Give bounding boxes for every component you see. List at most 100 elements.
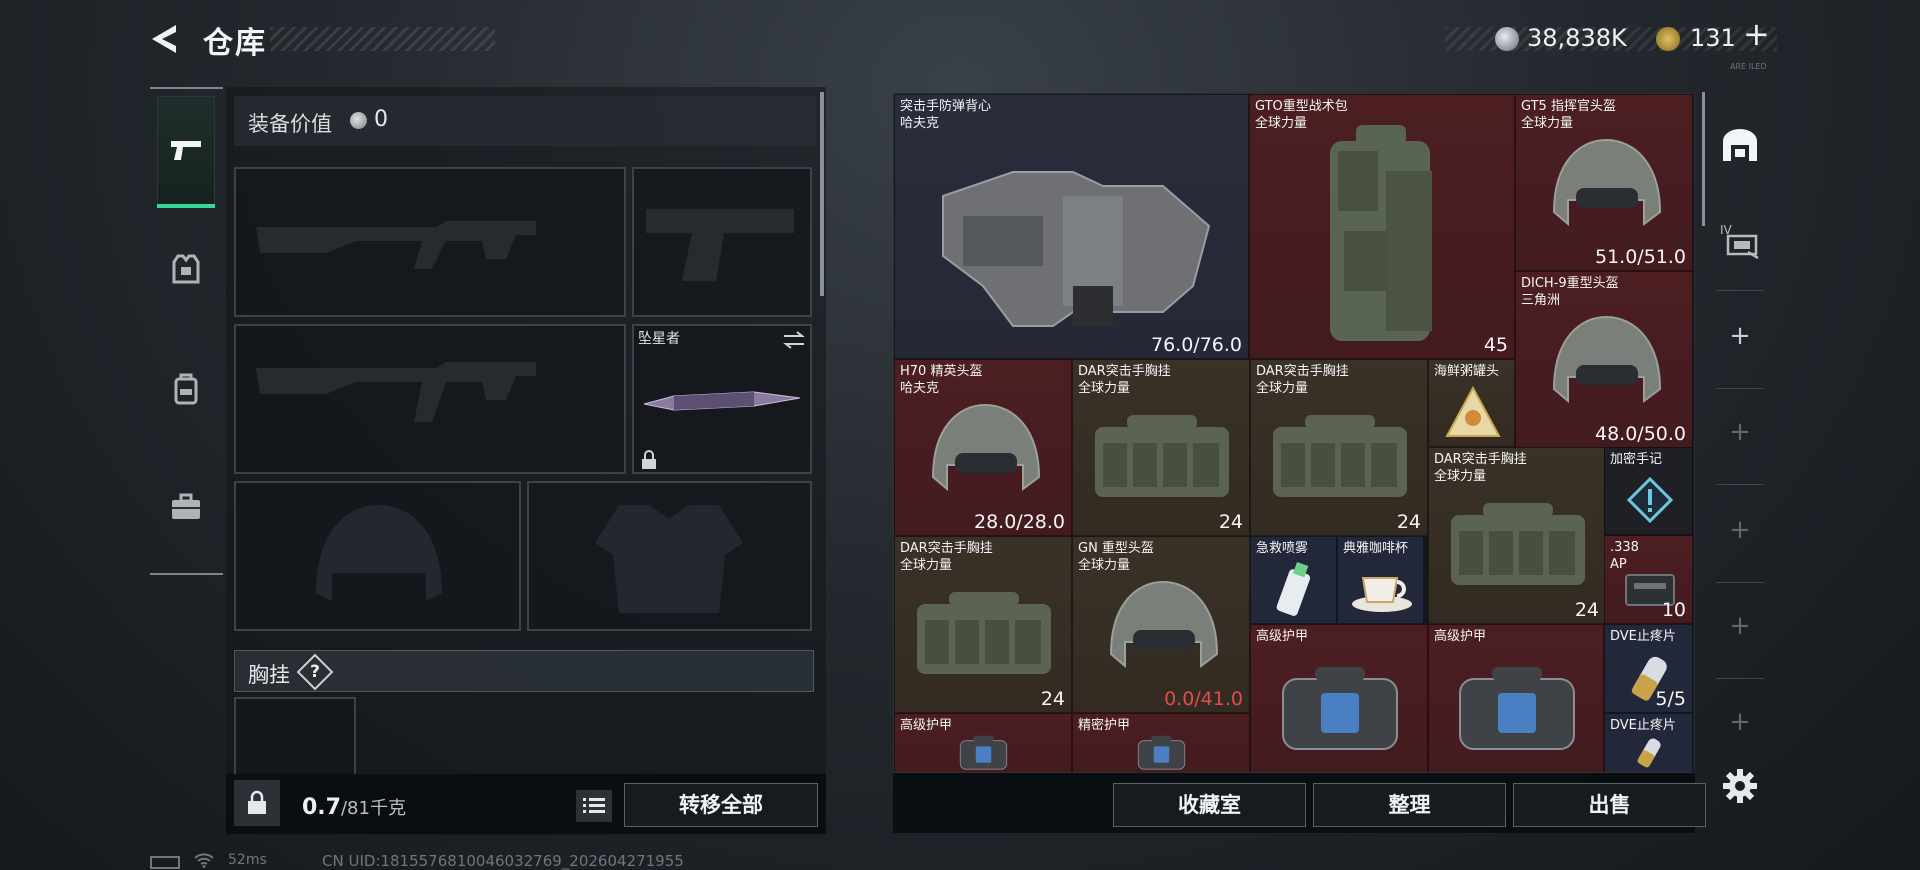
add-stash-tab-button[interactable]: +: [1724, 610, 1756, 642]
slot-body-armor[interactable]: [527, 481, 812, 631]
nav-tab-case[interactable]: [157, 452, 215, 562]
title-stripe-decoration: [270, 27, 495, 51]
stash-grid: 突击手防弹背心 哈夫克 76.0/76.0 GTO重型战术包 全球力量 45 GT5 指…: [893, 93, 1695, 773]
slot-secondary-weapon[interactable]: [234, 324, 626, 474]
rail-divider: [1716, 484, 1764, 485]
coin-icon: [1495, 27, 1519, 51]
nav-tab-weapon[interactable]: [157, 96, 215, 206]
pill-icon: [1631, 734, 1668, 772]
stash-item-helmet[interactable]: GT5 指挥官头盔 全球力量 51.0/51.0: [1515, 94, 1693, 271]
backpack-icon: [1308, 121, 1458, 355]
sell-button[interactable]: 出售: [1513, 783, 1706, 827]
stash-item-spray[interactable]: 急救喷雾: [1250, 536, 1337, 624]
stash-item-cup[interactable]: 典雅咖啡杯: [1337, 536, 1424, 624]
stash-item-value: 28.0/28.0: [973, 511, 1065, 533]
coin-icon: [350, 112, 367, 129]
melee-name: 坠星者: [638, 331, 680, 347]
stash-item-pill[interactable]: DVE止疼片 5/5: [1604, 624, 1693, 713]
wifi-icon: [194, 853, 214, 868]
stash-item-vest[interactable]: 突击手防弹背心 哈夫克 76.0/76.0: [894, 94, 1249, 359]
armorbag-icon: [1275, 663, 1405, 757]
slot-helmet[interactable]: [234, 481, 521, 631]
slot-sidearm[interactable]: [632, 167, 812, 317]
battery-icon: [150, 856, 180, 869]
lock-icon: [642, 450, 656, 469]
stash-item-pill[interactable]: DVE止疼片: [1604, 713, 1693, 772]
triangle-coin-icon: [1656, 27, 1680, 51]
stash-item-name: 海鲜粥罐头: [1434, 364, 1500, 379]
stash-item-name: DAR突击手胸挂 全球力量: [1078, 364, 1171, 396]
case-iv-icon: IV: [1720, 223, 1759, 260]
pistol-silhouette-icon: [646, 209, 794, 281]
stash-item-name: 急救喷雾: [1256, 541, 1309, 556]
rig-icon: [1443, 495, 1593, 599]
rail-divider: [1716, 678, 1764, 679]
vest-icon: [923, 136, 1223, 340]
rig-icon: [1265, 407, 1415, 511]
organize-button[interactable]: 整理: [1313, 783, 1506, 827]
stash-item-value: 24: [1040, 688, 1065, 710]
stash-item-name: 精密护甲: [1078, 718, 1131, 733]
active-tab-indicator: [157, 204, 215, 208]
stash-item-rig[interactable]: DAR突击手胸挂 全球力量 24: [1250, 359, 1428, 536]
stash-item-note[interactable]: 加密手记: [1604, 447, 1693, 535]
stash-item-armorbag[interactable]: 高级护甲: [1250, 624, 1428, 772]
rail-divider: [1716, 290, 1764, 291]
rifle-silhouette-icon: [256, 221, 536, 269]
add-stash-tab-button[interactable]: +: [1724, 320, 1756, 352]
stash-item-name: 高级护甲: [1256, 629, 1309, 644]
stash-scrollbar[interactable]: [1702, 92, 1705, 226]
stash-tab-iv[interactable]: IV: [1714, 210, 1766, 270]
stash-tab-main[interactable]: [1714, 110, 1766, 180]
back-arrow-icon[interactable]: [146, 22, 182, 56]
stash-item-name: GT5 指挥官头盔 全球力量: [1521, 99, 1616, 131]
stash-item-name: DAR突击手胸挂 全球力量: [900, 541, 993, 573]
backpack-icon: [174, 373, 198, 405]
stash-item-armorbag[interactable]: 精密护甲: [1072, 713, 1250, 772]
stash-item-rig[interactable]: DAR突击手胸挂 全球力量 24: [894, 536, 1072, 713]
stash-item-value: 10: [1661, 599, 1686, 621]
swap-icon[interactable]: [782, 330, 806, 350]
settings-gear-icon[interactable]: [1722, 768, 1758, 804]
nav-tab-armor[interactable]: [157, 214, 215, 324]
helmet-silhouette-icon: [316, 505, 442, 601]
transfer-all-button[interactable]: 转移全部: [624, 783, 818, 827]
slot-primary-weapon[interactable]: [234, 167, 626, 317]
add-stash-tab-button[interactable]: +: [1724, 706, 1756, 738]
nav-divider: [150, 573, 223, 575]
stash-item-rig[interactable]: DAR突击手胸挂 全球力量 24: [1072, 359, 1250, 536]
list-view-button[interactable]: [576, 790, 612, 822]
stash-item-backpack[interactable]: GTO重型战术包 全球力量 45: [1249, 94, 1515, 359]
currency-main: 38,838K: [1527, 24, 1627, 52]
stash-item-value: 24: [1218, 511, 1243, 533]
weight-current: 0.7: [302, 795, 341, 820]
add-stash-tab-button[interactable]: +: [1724, 514, 1756, 546]
weight-lock-button[interactable]: [234, 780, 280, 826]
helmet-icon: [1097, 574, 1227, 698]
stash-item-armorbag[interactable]: 高级护甲: [1428, 624, 1604, 772]
stash-item-ammo[interactable]: .338 AP 10: [1604, 535, 1693, 624]
stash-item-helmet[interactable]: DICH-9重型头盔 三角洲 48.0/50.0: [1515, 271, 1693, 448]
add-currency-button[interactable]: +: [1743, 18, 1770, 50]
stash-item-helmet[interactable]: GN 重型头盔 全球力量 0.0/41.0: [1072, 536, 1250, 713]
nav-tab-backpack[interactable]: [157, 334, 215, 444]
currency-tri: 131: [1690, 24, 1736, 52]
slot-chest-rig[interactable]: [234, 697, 356, 777]
micro-text: ARE ILED: [1730, 62, 1767, 71]
stash-item-value: 24: [1396, 511, 1421, 533]
stash-item-can[interactable]: 海鲜粥罐头: [1428, 359, 1515, 447]
stash-item-name: GTO重型战术包 全球力量: [1255, 99, 1348, 131]
stash-item-rig[interactable]: DAR突击手胸挂 全球力量 24: [1428, 447, 1606, 624]
stash-item-name: DICH-9重型头盔 三角洲: [1521, 276, 1619, 308]
loadout-scrollbar[interactable]: [820, 92, 824, 296]
stash-item-name: 典雅咖啡杯: [1343, 541, 1409, 556]
lock-icon: [248, 790, 266, 814]
stash-item-value: 51.0/51.0: [1594, 246, 1686, 268]
stash-item-value: 76.0/76.0: [1150, 334, 1242, 356]
collection-room-button[interactable]: 收藏室: [1113, 783, 1306, 827]
spray-icon: [1267, 561, 1323, 621]
stash-item-armorbag[interactable]: 高级护甲: [894, 713, 1072, 772]
stash-item-value: 45: [1483, 334, 1508, 356]
add-stash-tab-button[interactable]: +: [1724, 416, 1756, 448]
stash-item-helmet[interactable]: H70 精英头盔 哈夫克 28.0/28.0: [894, 359, 1072, 536]
